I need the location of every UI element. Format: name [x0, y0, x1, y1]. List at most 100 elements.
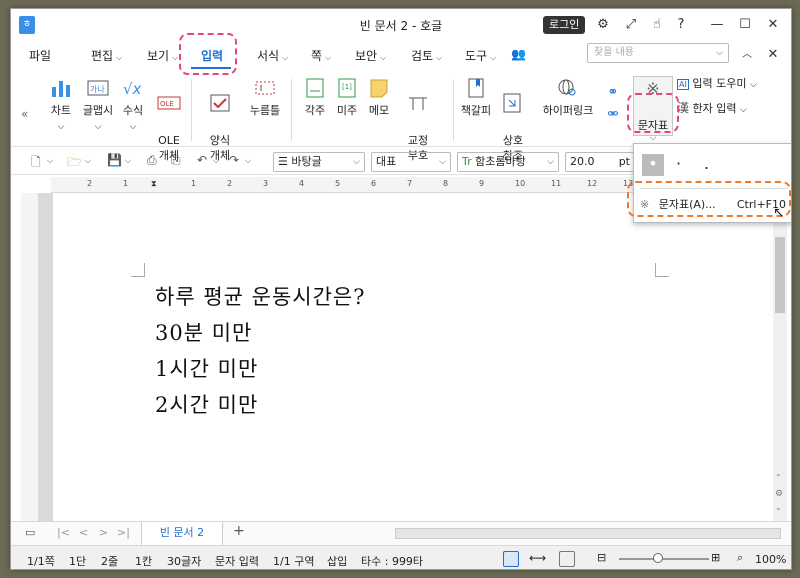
insert-menu-highlight — [179, 33, 237, 75]
document-line[interactable]: 30분 미만 — [155, 317, 252, 347]
print-icon[interactable]: ⎙ — [147, 153, 157, 168]
next-tab-icon[interactable]: > — [99, 526, 108, 539]
menu-file[interactable]: 파일 — [29, 47, 51, 64]
unlink-icon[interactable]: ⚮ — [603, 105, 623, 125]
document-page[interactable]: 하루 평균 운동시간은? 30분 미만 1시간 미만 2시간 미만 — [53, 193, 773, 521]
last-tab-icon[interactable]: >| — [117, 526, 130, 539]
bookmark-button[interactable]: 책갈피 — [459, 77, 493, 118]
font-select[interactable]: Tr 함초롬바탕 ⌵ — [457, 152, 559, 172]
charmap-item-highlight — [627, 181, 791, 217]
horizontal-scrollbar[interactable] — [395, 528, 781, 539]
style-select[interactable]: ☰ 바탕글 ⌵ — [273, 152, 365, 172]
input-helper-button[interactable]: AI 입력 도우미 ⌵ — [677, 75, 757, 91]
search-input[interactable]: 찾을 내용 ⌵ — [587, 43, 729, 63]
ruler-tick-label: 2 — [87, 179, 93, 188]
font-size-input[interactable]: 20.0 pt — [565, 152, 635, 172]
language-select[interactable]: 대표 ⌵ — [371, 152, 451, 172]
hangul-window: ㅎ 빈 문서 2 - 호글 로그인 ⚙ ⤢ ☝ ? — ☐ ✕ 파일 편집 ⌵ 보… — [10, 8, 792, 570]
memo-button[interactable]: 메모 — [365, 77, 393, 118]
close-icon[interactable]: ✕ — [763, 15, 783, 35]
menu-tools[interactable]: 도구 ⌵ — [465, 47, 496, 64]
click-here-button[interactable]: 누름틀 — [247, 77, 283, 118]
zoom-level[interactable]: 100% — [755, 553, 786, 566]
equation-button[interactable]: √x 수식 ⌵ — [119, 77, 147, 135]
page-up-icon[interactable]: ⌃ — [775, 473, 782, 482]
chevron-down-icon[interactable]: ⌵ — [125, 156, 131, 166]
full-page-view-icon[interactable] — [559, 551, 575, 567]
maximize-icon[interactable]: ☐ — [735, 15, 755, 35]
menu-edit[interactable]: 편집 ⌵ — [91, 47, 122, 64]
input-helper-icon: AI — [677, 79, 689, 90]
ruler-indent-marker-icon[interactable]: ⧗ — [151, 179, 157, 189]
tab-document[interactable]: 빈 문서 2 — [141, 522, 223, 545]
new-document-icon[interactable]: 🗋 — [31, 153, 41, 174]
vertical-scrollbar[interactable]: ⌃ ⚙ ⌄ — [773, 177, 787, 521]
symbol-middle-dot[interactable]: · — [676, 154, 681, 173]
svg-text:√x: √x — [123, 80, 142, 98]
menu-format[interactable]: 서식 ⌵ — [257, 47, 288, 64]
ruler-tick-label: 7 — [407, 179, 413, 188]
minimize-icon[interactable]: — — [707, 15, 727, 35]
form-object-icon — [210, 94, 230, 112]
zoom-search-icon[interactable]: ⌕ — [737, 551, 743, 565]
hanja-input-button[interactable]: 漢 한자 입력 ⌵ — [677, 99, 747, 116]
symbol-period[interactable]: . — [704, 154, 709, 173]
menu-view[interactable]: 보기 ⌵ — [147, 47, 178, 64]
vertical-ruler[interactable] — [21, 193, 39, 521]
ole-icon: OLE — [157, 96, 181, 110]
chart-button[interactable]: 차트 ⌵ — [47, 77, 75, 135]
login-button[interactable]: 로그인 — [543, 16, 586, 34]
save-icon[interactable]: 💾 — [107, 153, 122, 167]
hyperlink-button[interactable]: 하이퍼링크 — [539, 77, 597, 118]
margin-corner-mark — [655, 263, 669, 277]
ribbon-separator — [453, 79, 454, 141]
chevron-down-icon[interactable]: ⌵ — [47, 156, 53, 166]
zoom-out-icon[interactable]: ⊟ — [597, 551, 606, 564]
zoom-in-icon[interactable]: ⊞ — [711, 551, 720, 564]
symbol-bullet[interactable]: • — [642, 154, 664, 176]
menu-page[interactable]: 쪽 ⌵ — [311, 47, 331, 64]
normal-view-icon[interactable] — [503, 551, 519, 567]
link-icon[interactable]: ⚭ — [603, 83, 623, 103]
ruler-tick-label: 11 — [551, 179, 562, 188]
zoom-slider-thumb[interactable] — [653, 553, 663, 563]
charmap-button-highlight — [627, 93, 679, 133]
wordart-button[interactable]: 가나 글맵시 ⌵ — [81, 77, 115, 135]
redo-icon[interactable]: ↷ — [229, 153, 239, 167]
endnote-button[interactable]: [1] 미주 — [333, 77, 361, 118]
tab-list-icon[interactable]: ▭ — [25, 526, 35, 539]
page-down-icon[interactable]: ⌄ — [775, 503, 782, 512]
chevron-down-icon[interactable]: ⌵ — [245, 156, 251, 166]
settings-icon[interactable]: ⚙ — [593, 15, 613, 35]
scrollbar-thumb[interactable] — [775, 237, 785, 313]
status-insert[interactable]: 삽입 — [327, 553, 347, 569]
zoom-slider[interactable] — [619, 558, 709, 560]
ruler-tick-label: 6 — [371, 179, 377, 188]
fullscreen-icon[interactable]: ⤢ — [621, 15, 641, 35]
menu-review[interactable]: 검토 ⌵ — [411, 47, 442, 64]
undo-icon[interactable]: ↶ — [197, 153, 207, 167]
status-page[interactable]: 1/1쪽 — [27, 553, 55, 569]
close-doc-icon[interactable]: ✕ — [763, 45, 783, 65]
document-line[interactable]: 2시간 미만 — [155, 389, 258, 419]
users-icon[interactable]: 👥 — [511, 47, 526, 61]
mouse-cursor-icon: ↖ — [773, 205, 785, 221]
menu-security[interactable]: 보안 ⌵ — [355, 47, 386, 64]
footnote-button[interactable]: 각주 — [301, 77, 329, 118]
document-line[interactable]: 하루 평균 운동시간은? — [155, 281, 366, 311]
help-icon[interactable]: ? — [671, 15, 691, 35]
open-folder-icon[interactable]: 🗁 — [67, 153, 82, 174]
first-tab-icon[interactable]: |< — [57, 526, 70, 539]
settings-icon[interactable]: ⚙ — [775, 489, 783, 499]
fit-width-icon[interactable]: ⟷ — [529, 551, 546, 565]
print-preview-icon[interactable]: ⎘ — [171, 153, 181, 168]
chevron-down-icon[interactable]: ⌵ — [213, 156, 219, 166]
ribbon-separator — [191, 79, 192, 141]
document-line[interactable]: 1시간 미만 — [155, 353, 258, 383]
collapse-ribbon-icon[interactable]: ︿ — [737, 45, 757, 65]
touch-mode-icon[interactable]: ☝ — [647, 15, 667, 35]
ribbon-scroll-left-icon[interactable]: « — [21, 107, 28, 121]
chevron-down-icon[interactable]: ⌵ — [85, 156, 91, 166]
add-tab-icon[interactable]: + — [233, 523, 245, 539]
prev-tab-icon[interactable]: < — [79, 526, 88, 539]
